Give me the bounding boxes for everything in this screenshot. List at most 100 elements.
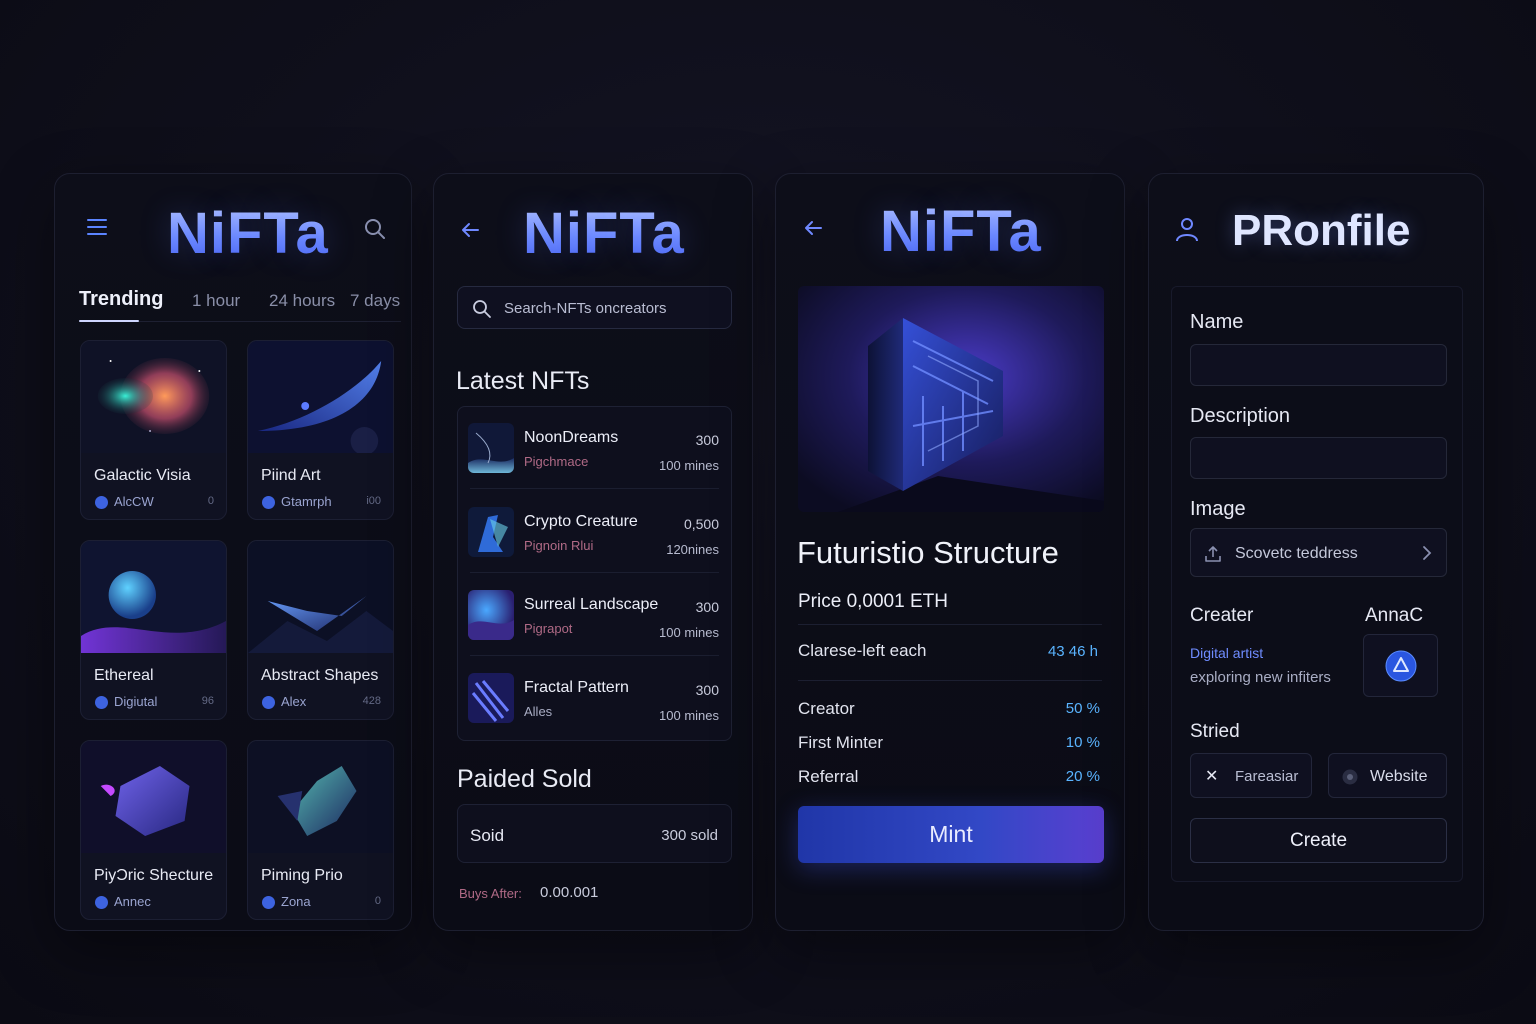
nft-title: Abstract Shapes <box>261 667 379 684</box>
image-label: Image <box>1190 498 1246 520</box>
active-tab-indicator <box>79 320 139 322</box>
tab-7-days[interactable]: 7 days <box>350 291 400 311</box>
nft-title: PiyƆric Shecture <box>94 867 214 884</box>
nft-card[interactable]: Ethereal Digiutal 96 <box>80 540 227 720</box>
description-field[interactable] <box>1190 437 1447 479</box>
nft-title: Ethereal <box>94 667 154 684</box>
nft-thumbnail <box>468 673 514 723</box>
sold-heading: Paided Sold <box>457 765 592 793</box>
page-title: PRonfile <box>1232 206 1411 255</box>
name-field[interactable] <box>1190 344 1447 386</box>
nft-thumbnail <box>468 507 514 557</box>
royalty-label: Creator <box>798 699 855 718</box>
list-item[interactable]: NoonDreams Pigchmace 300 100 mines <box>458 407 731 489</box>
nft-artwork <box>248 341 393 453</box>
tab-1-hour[interactable]: 1 hour <box>192 291 240 311</box>
nft-count: 428 <box>362 695 381 707</box>
nft-count: 0 <box>207 495 214 507</box>
nft-hero-image <box>798 286 1104 512</box>
list-item[interactable]: Crypto Creature Pignoin Rlui 0,500 120ni… <box>458 491 731 573</box>
latest-nfts-heading: Latest NFTs <box>456 367 590 395</box>
search-placeholder: Search-NFTs oncreators <box>504 300 667 317</box>
latest-nfts-list: NoonDreams Pigchmace 300 100 mines Crypt… <box>457 406 732 741</box>
creator-name: Annec <box>114 894 151 909</box>
description-label: Description <box>1190 405 1291 427</box>
user-icon <box>1176 218 1198 242</box>
upload-icon <box>1205 546 1221 562</box>
nft-thumbnail <box>468 590 514 640</box>
nft-card[interactable]: Piming Prio Zona 0 <box>247 740 394 920</box>
nft-card[interactable]: Piind Art Gtamrph i00 <box>247 340 394 520</box>
nft-title: Galactic Visia <box>94 467 191 484</box>
app-logo: NiFTa <box>167 201 329 266</box>
nft-price: Price 0,0001 ETH <box>798 591 948 612</box>
creator-avatar <box>95 496 108 509</box>
tab-trending[interactable]: Trending <box>79 288 163 311</box>
buys-after-label: Buys After: <box>459 886 522 901</box>
search-input[interactable]: Search-NFTs oncreators <box>457 286 732 329</box>
social-link-label: Fareasiar <box>1235 768 1299 785</box>
nft-title: Futuristio Structure <box>797 535 1059 570</box>
creator-name: Alex <box>281 694 307 709</box>
nft-artwork <box>248 541 393 653</box>
creator-avatar <box>95 696 108 709</box>
nft-card[interactable]: Galactic Visia AlcCW 0 <box>80 340 227 520</box>
create-button[interactable]: Create <box>1190 818 1447 863</box>
profile-form: Name Description Image Scovetc teddress … <box>1171 286 1463 882</box>
app-logo: NiFTa <box>880 199 1042 264</box>
nft-price: 300 <box>695 432 719 448</box>
avatar[interactable] <box>1363 634 1438 697</box>
royalty-label: First Minter <box>798 733 883 752</box>
browse-panel: NiFTa Trending 1 hour 24 hours 7 days Ga… <box>54 173 412 931</box>
nft-creator: Pigchmace <box>524 454 589 469</box>
sold-value: 300 sold <box>661 827 718 844</box>
creator-bio: exploring new infiters <box>1190 669 1331 686</box>
nft-price: 300 <box>695 682 719 698</box>
nft-count: 0 <box>374 895 381 907</box>
divider <box>798 680 1102 681</box>
chevron-right-icon <box>1423 546 1432 560</box>
nft-name: Fractal Pattern <box>524 679 629 696</box>
creator-name: Gtamrph <box>281 494 332 509</box>
search-icon[interactable] <box>363 217 387 241</box>
time-filter-tabs: Trending 1 hour 24 hours 7 days <box>79 286 401 322</box>
royalty-value: 50 % <box>1065 700 1100 717</box>
back-arrow-icon[interactable] <box>458 218 482 242</box>
creator-avatar <box>262 496 275 509</box>
image-select[interactable]: Scovetc teddress <box>1190 528 1447 577</box>
nft-title: Piming Prio <box>261 867 343 884</box>
list-item[interactable]: Surreal Landscape Pigrapot 300 100 mines <box>458 574 731 656</box>
nft-creator: Alles <box>524 704 553 719</box>
nft-name: Surreal Landscape <box>524 596 659 613</box>
globe-icon <box>1342 769 1358 785</box>
list-item[interactable]: Fractal Pattern Alles 300 100 mines <box>458 657 731 739</box>
creator-role: Digital artist <box>1190 645 1264 661</box>
nft-name: NoonDreams <box>524 429 619 446</box>
logo-badge-icon <box>1385 650 1417 682</box>
sold-summary: Soid 300 sold <box>457 804 732 863</box>
nft-name: Crypto Creature <box>524 513 638 530</box>
app-logo: NiFTa <box>523 201 685 266</box>
nft-card[interactable]: PiyƆric Shecture Annec <box>80 740 227 920</box>
nft-creator: Pignoin Rlui <box>524 538 594 553</box>
time-left-label: Clarese-left each <box>798 641 927 660</box>
nft-mines: 100 mines <box>659 458 719 473</box>
nft-mines: 100 mines <box>659 708 719 723</box>
row-divider <box>470 655 719 656</box>
nft-artwork <box>248 741 393 853</box>
royalty-label: Referral <box>798 767 859 786</box>
menu-icon[interactable] <box>85 216 109 238</box>
sold-label: Soid <box>470 826 505 845</box>
back-arrow-icon[interactable] <box>801 216 825 240</box>
buys-after-value: 0.00.001 <box>540 884 599 901</box>
profile-panel: PRonfile Name Description Image Scovetc … <box>1148 173 1484 931</box>
social-link-button[interactable]: ✕ Fareasiar <box>1190 753 1312 798</box>
creator-avatar <box>262 696 275 709</box>
royalty-value: 10 % <box>1065 734 1100 751</box>
mint-button[interactable]: Mint <box>798 806 1104 863</box>
nft-card[interactable]: Abstract Shapes Alex 428 <box>247 540 394 720</box>
creator-avatar <box>262 896 275 909</box>
website-link-button[interactable]: Website <box>1328 753 1447 798</box>
website-link-label: Website <box>1370 768 1428 785</box>
tab-24-hours[interactable]: 24 hours <box>269 291 335 311</box>
